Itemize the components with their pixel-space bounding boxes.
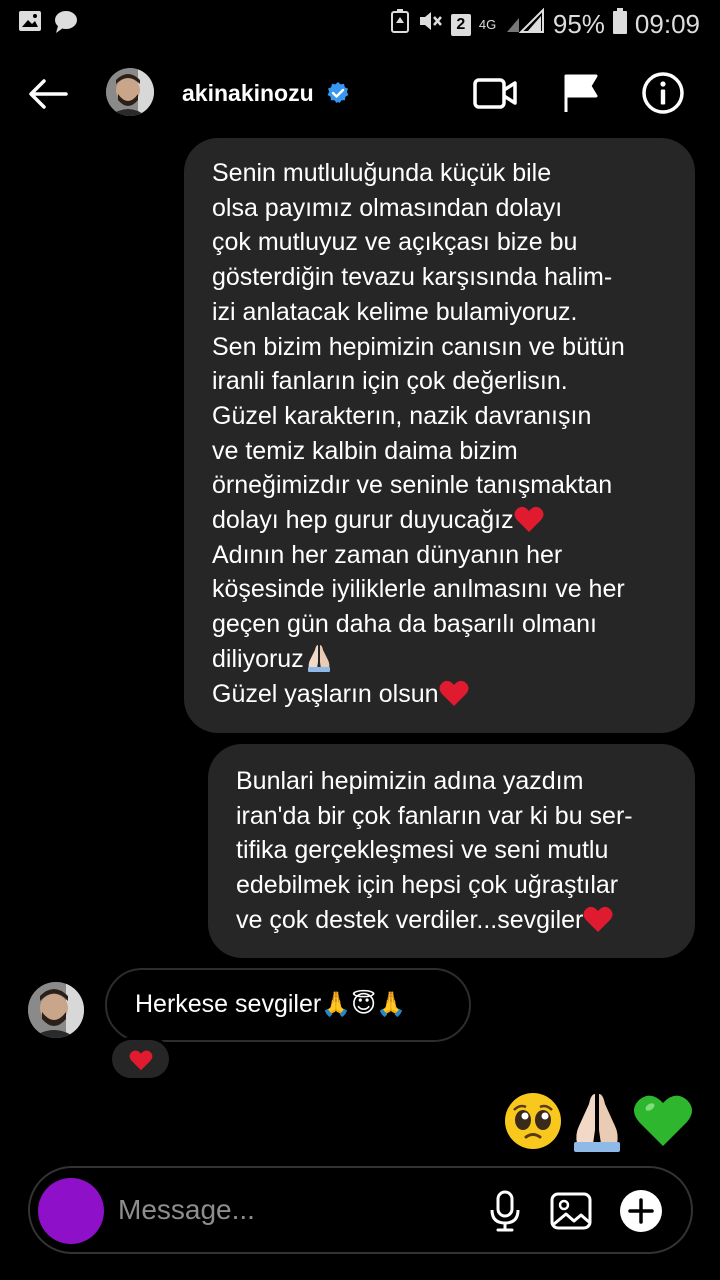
mute-icon — [417, 9, 443, 40]
red-heart-icon — [129, 1050, 153, 1071]
verified-badge-icon — [326, 81, 350, 105]
chat-username[interactable]: akinakinozu — [182, 80, 314, 107]
sender-avatar[interactable] — [28, 982, 84, 1038]
message-line: Güzel karakterın, nazik davranışın — [212, 401, 592, 430]
gallery-icon[interactable] — [548, 1188, 594, 1234]
network-type: 4G — [478, 16, 497, 32]
message-line-text: diliyoruz — [212, 644, 304, 673]
folded-hands-icon — [307, 644, 330, 672]
header-avatar[interactable] — [106, 68, 154, 116]
message-line: Adının her zaman dünyanın her — [212, 540, 563, 569]
message-line-with-heart: ve çok destek verdiler...sevgiler — [236, 903, 675, 938]
received-message-emoji: 🙏😇🙏 — [321, 990, 406, 1018]
received-message-line: Herkese sevgiler🙏😇🙏 — [135, 990, 406, 1019]
chat-header: akinakinozu — [0, 48, 720, 140]
status-system: 2 4G 95% 09:09 — [390, 7, 700, 41]
sent-message-bubble[interactable]: Bunlari hepimizin adına yazdım iran'da b… — [208, 744, 695, 958]
message-line-with-hands: diliyoruz — [212, 642, 675, 677]
battery-percent: 95% — [552, 9, 605, 39]
green-heart-icon[interactable] — [632, 1090, 694, 1152]
message-line: köşesinde iyiliklerle anılmasını ve her — [212, 575, 625, 604]
gallery-notification-icon — [18, 10, 42, 39]
message-line: Sen bizim hepimizin canısın ve bütün — [212, 332, 625, 361]
message-line: çok mutluyuz ve açıkçası bize bu — [212, 228, 578, 257]
message-line-with-heart: dolayı hep gurur duyucağız — [212, 503, 675, 538]
video-call-icon[interactable] — [472, 70, 518, 116]
message-line: Senin mutluluğunda küçük bile — [212, 159, 552, 187]
heart-reaction[interactable] — [112, 1040, 169, 1078]
flag-icon[interactable] — [558, 70, 604, 116]
status-notifications — [18, 10, 78, 39]
red-heart-icon — [583, 906, 613, 932]
message-line: gösterdiğin tevazu karşısında halim- — [212, 263, 613, 292]
nfc-icon — [390, 9, 409, 40]
back-arrow-icon[interactable] — [26, 72, 70, 116]
message-line: iranli fanların için çok değerlisın. — [212, 367, 568, 396]
sent-message-bubble[interactable]: Senin mutluluğunda küçük bile olsa payım… — [184, 138, 695, 733]
pleading-face-icon[interactable] — [502, 1090, 564, 1152]
message-line: izi anlatacak kelime bulamiyoruz. — [212, 297, 578, 326]
message-line: Bunlari hepimizin adına yazdım — [236, 767, 584, 795]
message-input[interactable] — [118, 1192, 438, 1228]
message-line-text: Güzel yaşların olsun — [212, 679, 439, 708]
message-composer — [28, 1166, 693, 1254]
message-line: tifika gerçekleşmesi ve seni mutlu — [236, 836, 609, 865]
message-notification-icon — [54, 10, 78, 39]
message-line-text: ve çok destek verdiler...sevgiler — [236, 905, 584, 934]
status-bar: 2 4G 95% 09:09 — [0, 0, 720, 48]
message-line-with-heart: Güzel yaşların olsun — [212, 677, 675, 712]
red-heart-icon — [514, 506, 544, 533]
camera-button[interactable] — [38, 1178, 104, 1244]
received-message-bubble[interactable]: Herkese sevgiler🙏😇🙏 — [105, 968, 471, 1042]
folded-hands-icon[interactable] — [566, 1090, 628, 1152]
message-line: iran'da bir çok fanların var ki bu ser- — [236, 801, 633, 830]
sim-slot-icon: 2 — [450, 13, 471, 36]
message-line: ve temiz kalbin daima bizim — [212, 436, 518, 465]
red-heart-icon — [439, 680, 469, 706]
info-icon[interactable] — [640, 70, 686, 116]
message-line: olsa payımız olmasından dolayı — [212, 193, 563, 222]
message-line: örneğimizdır ve seninle tanışmaktan — [212, 471, 613, 500]
message-line: geçen gün daha da başarılı olmanı — [212, 610, 597, 639]
microphone-icon[interactable] — [482, 1188, 528, 1234]
add-icon[interactable] — [618, 1188, 664, 1234]
clock: 09:09 — [634, 9, 700, 39]
message-line: edebilmek için hepsi çok uğraştılar — [236, 871, 619, 900]
battery-icon — [612, 8, 627, 41]
signal-icon — [505, 7, 545, 41]
message-line-text: dolayı hep gurur duyucağız — [212, 506, 514, 535]
received-message-text: Herkese sevgiler — [135, 990, 322, 1018]
